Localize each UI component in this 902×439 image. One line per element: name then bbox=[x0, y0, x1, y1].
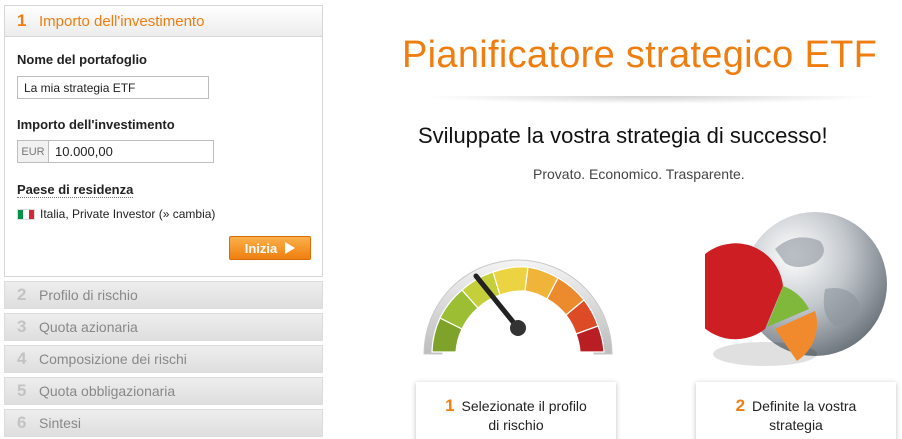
page-title: Pianificatore strategico ETF bbox=[402, 34, 878, 76]
step-4-header[interactable]: 4 Composizione dei rischi bbox=[4, 345, 323, 373]
step-6-number: 6 bbox=[17, 413, 27, 432]
card-2-line2: strategia bbox=[769, 417, 823, 433]
card-1-line2: di rischio bbox=[488, 417, 544, 433]
globe-pie-icon bbox=[705, 212, 887, 366]
step-card-2[interactable]: 2 Definite la vostra strategia bbox=[696, 382, 896, 439]
step-1-label: Importo dell'investimento bbox=[39, 12, 205, 30]
step-2-number: 2 bbox=[17, 285, 27, 304]
card-1-number: 1 bbox=[445, 396, 455, 415]
currency-label: EUR bbox=[17, 140, 48, 163]
step-1-number: 1 bbox=[17, 11, 27, 30]
step-1-header[interactable]: 1 Importo dell'investimento bbox=[4, 5, 323, 37]
step-5-label: Quota obbligazionaria bbox=[39, 383, 176, 399]
step-3-label: Quota azionaria bbox=[39, 319, 138, 335]
portfolio-name-label: Nome del portafoglio bbox=[17, 52, 147, 67]
play-triangle-icon bbox=[285, 242, 296, 254]
step-6-header[interactable]: 6 Sintesi bbox=[4, 409, 323, 437]
country-label: Paese di residenza bbox=[17, 182, 134, 198]
title-divider bbox=[420, 96, 880, 104]
country-label-text: Paese di residenza bbox=[17, 182, 134, 198]
italy-flag-icon bbox=[17, 208, 35, 220]
country-value: Italia, Private Investor (» cambia) bbox=[40, 207, 216, 221]
start-button[interactable]: Inizia bbox=[229, 236, 311, 260]
country-selection[interactable]: Italia, Private Investor (» cambia) bbox=[17, 207, 215, 221]
step-card-1[interactable]: 1 Selezionate il profilo di rischio bbox=[416, 382, 616, 439]
investment-form: Nome del portafoglio Importo dell'invest… bbox=[4, 37, 323, 277]
step-3-number: 3 bbox=[17, 317, 27, 336]
step-3-header[interactable]: 3 Quota azionaria bbox=[4, 313, 323, 341]
start-button-label: Inizia bbox=[244, 240, 278, 256]
step-4-number: 4 bbox=[17, 349, 27, 368]
step-6-label: Sintesi bbox=[39, 415, 82, 431]
card-1-line1: Selezionate il profilo bbox=[461, 398, 587, 414]
tagline: Provato. Economico. Trasparente. bbox=[533, 166, 745, 182]
step-2-header[interactable]: 2 Profilo di rischio bbox=[4, 281, 323, 309]
planner-steps-panel: 1 Importo dell'investimento Nome del por… bbox=[4, 5, 323, 437]
step-2-label: Profilo di rischio bbox=[39, 287, 138, 303]
portfolio-name-input[interactable] bbox=[17, 76, 209, 99]
page-subtitle: Sviluppate la vostra strategia di succes… bbox=[418, 123, 828, 148]
amount-label: Importo dell'investimento bbox=[17, 117, 175, 132]
card-2-line1: Definite la vostra bbox=[752, 398, 857, 414]
step-5-header[interactable]: 5 Quota obbligazionaria bbox=[4, 377, 323, 405]
amount-field: EUR bbox=[17, 140, 214, 163]
step-4-label: Composizione dei rischi bbox=[39, 351, 187, 367]
card-2-number: 2 bbox=[735, 396, 746, 415]
risk-gauge-icon bbox=[423, 259, 613, 355]
amount-input[interactable] bbox=[48, 140, 214, 163]
step-5-number: 5 bbox=[17, 381, 27, 400]
